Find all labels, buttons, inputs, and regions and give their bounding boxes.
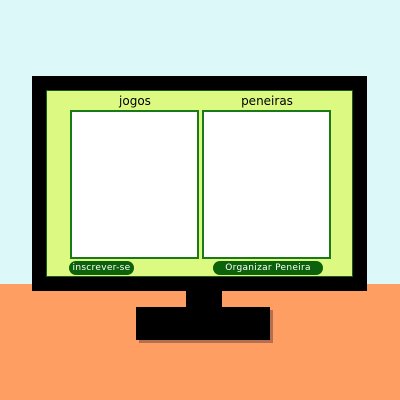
- jogos-title: jogos: [119, 94, 151, 108]
- inscrever-se-button[interactable]: inscrever-se: [69, 261, 134, 275]
- monitor-stand-base: [136, 307, 270, 340]
- peneiras-title: peneiras: [241, 94, 293, 108]
- jogos-panel: [70, 110, 199, 259]
- organizar-peneira-button[interactable]: Organizar Peneira: [213, 261, 323, 275]
- peneiras-panel: [202, 110, 331, 259]
